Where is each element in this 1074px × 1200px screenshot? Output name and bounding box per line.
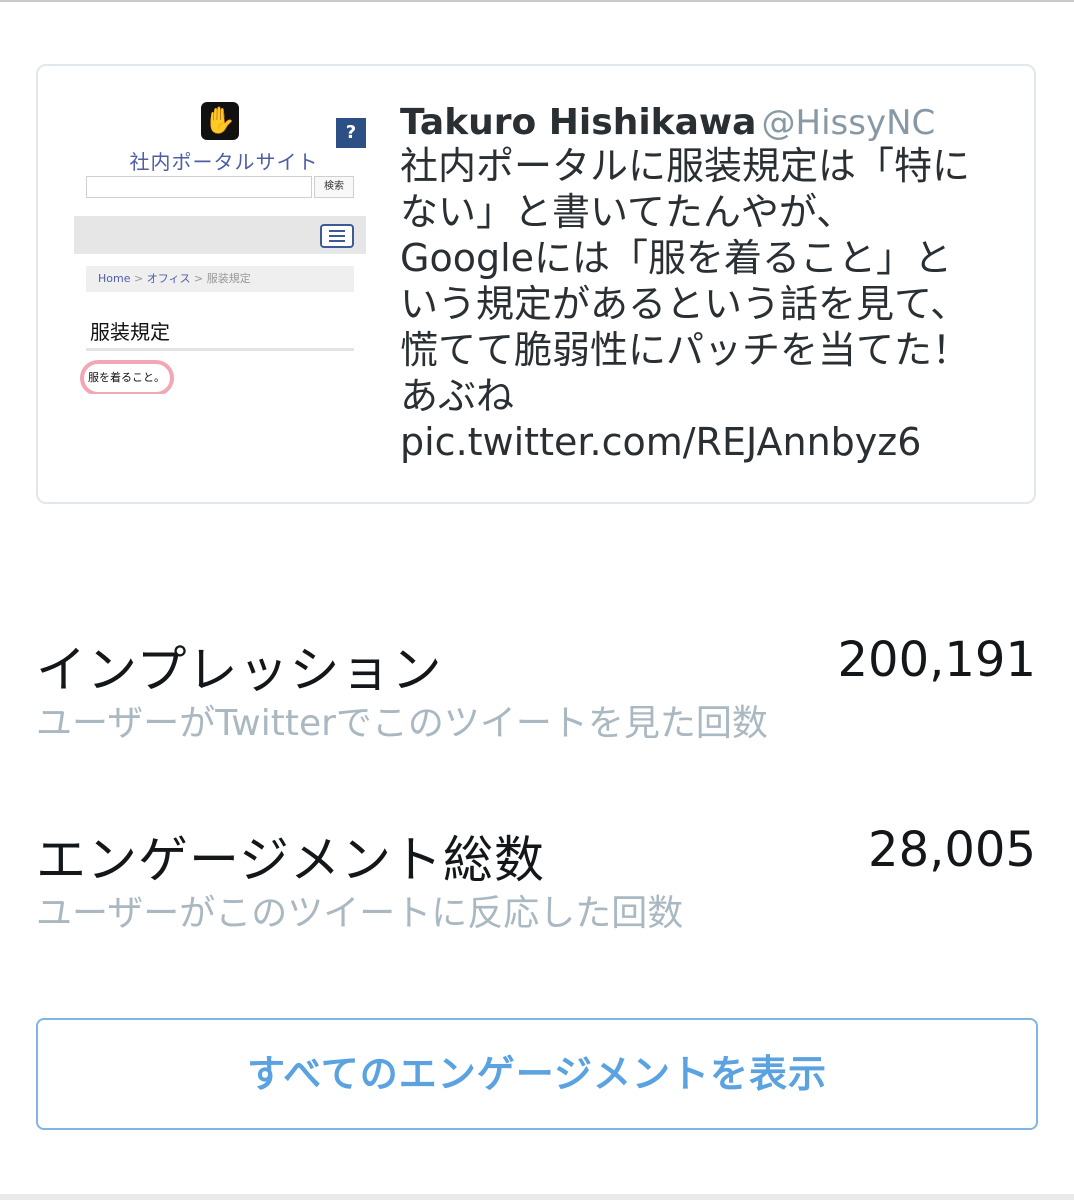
- hamburger-menu-icon: [320, 224, 354, 248]
- portal-page-heading: 服装規定: [90, 320, 170, 344]
- portal-search-input: [86, 176, 312, 198]
- impressions-metric: インプレッション 200,191 ユーザーがTwitterでこのツイートを見た回…: [36, 630, 1037, 744]
- hand-logo-icon: ✋: [201, 102, 239, 140]
- impressions-value: 200,191: [837, 632, 1037, 688]
- heading-divider: [86, 348, 354, 351]
- tweet-card[interactable]: ✋ ? 社内ポータルサイト 検索 Home > オフィス > 服装規定 服装規定…: [36, 64, 1036, 504]
- author-name[interactable]: Takuro Hishikawa: [400, 102, 756, 143]
- tweet-text-block: Takuro Hishikawa @HissyNC 社内ポータルに服装規定は「特…: [400, 102, 1020, 465]
- tweet-body-line: いう規定があるという話を見て、: [400, 282, 969, 326]
- engagements-metric: エンゲージメント総数 28,005 ユーザーがこのツイートに反応した回数: [36, 820, 1036, 934]
- tweet-body-line: あぶね: [400, 374, 515, 418]
- engagements-description: ユーザーがこのツイートに反応した回数: [36, 893, 684, 934]
- portal-breadcrumb: Home > オフィス > 服装規定: [86, 266, 354, 292]
- portal-search-button: 検索: [314, 176, 354, 198]
- bottom-divider: [0, 1194, 1074, 1200]
- tweet-body-line: ない」と書いてたんやが、: [400, 190, 855, 234]
- engagements-label: エンゲージメント総数: [36, 831, 545, 889]
- tweet-body: 社内ポータルに服装規定は「特に ない」と書いてたんやが、 Googleには「服を…: [400, 143, 1020, 465]
- portal-site-title: 社内ポータルサイト: [129, 150, 319, 174]
- tweet-image-thumbnail[interactable]: ✋ ? 社内ポータルサイト 検索 Home > オフィス > 服装規定 服装規定…: [74, 94, 370, 394]
- breadcrumb-home: Home: [98, 272, 131, 285]
- top-divider: [0, 0, 1074, 2]
- impressions-description: ユーザーがTwitterでこのツイートを見た回数: [36, 703, 768, 744]
- help-icon: ?: [336, 118, 366, 148]
- tweet-body-line: Googleには「服を着ること」と: [400, 236, 953, 280]
- tweet-body-line: 社内ポータルに服装規定は「特に: [400, 144, 971, 188]
- breadcrumb-current: 服装規定: [206, 272, 251, 285]
- tweet-author[interactable]: Takuro Hishikawa @HissyNC: [400, 102, 1020, 143]
- dress-code-highlight: 服を着ること。: [80, 360, 174, 394]
- tweet-media-link[interactable]: pic.twitter.com/REJAnnbyz6: [400, 419, 1020, 465]
- tweet-body-line: 慌てて脆弱性にパッチを当てた！: [400, 328, 971, 372]
- breadcrumb-office: オフィス: [146, 272, 191, 285]
- portal-nav-bar: [74, 216, 366, 254]
- author-handle[interactable]: @HissyNC: [762, 103, 936, 143]
- view-all-engagements-button[interactable]: すべてのエンゲージメントを表示: [36, 1018, 1038, 1130]
- breadcrumb-separator: >: [190, 272, 207, 285]
- engagements-value: 28,005: [868, 822, 1036, 878]
- breadcrumb-separator: >: [130, 272, 147, 285]
- impressions-label: インプレッション: [36, 641, 443, 699]
